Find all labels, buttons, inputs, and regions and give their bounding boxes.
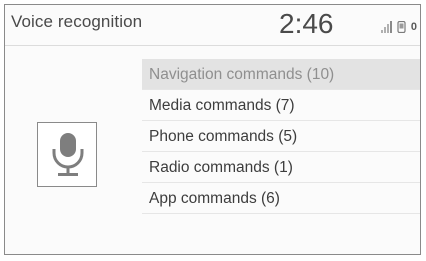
microphone-icon (52, 133, 84, 176)
menu-item-media-commands[interactable]: Media commands (7) (142, 90, 420, 121)
clock: 2:46 (279, 8, 334, 39)
phone-icon (397, 21, 406, 33)
menu-item-app-commands[interactable]: App commands (6) (142, 183, 420, 214)
microphone-button[interactable] (37, 122, 97, 187)
command-category-list: Navigation commands (10) Media commands … (142, 59, 420, 214)
signal-strength-icon (380, 21, 392, 33)
voice-recognition-screen: Voice recognition 2:46 0 Navigation comm… (4, 4, 421, 255)
menu-item-navigation-commands[interactable]: Navigation commands (10) (142, 59, 420, 90)
status-extra-icon: 0 (410, 21, 417, 33)
status-icons: 0 (380, 19, 417, 33)
menu-item-radio-commands[interactable]: Radio commands (1) (142, 152, 420, 183)
menu-item-phone-commands[interactable]: Phone commands (5) (142, 121, 420, 152)
header-bar: Voice recognition 2:46 0 (5, 5, 420, 46)
screen-title: Voice recognition (11, 12, 143, 31)
